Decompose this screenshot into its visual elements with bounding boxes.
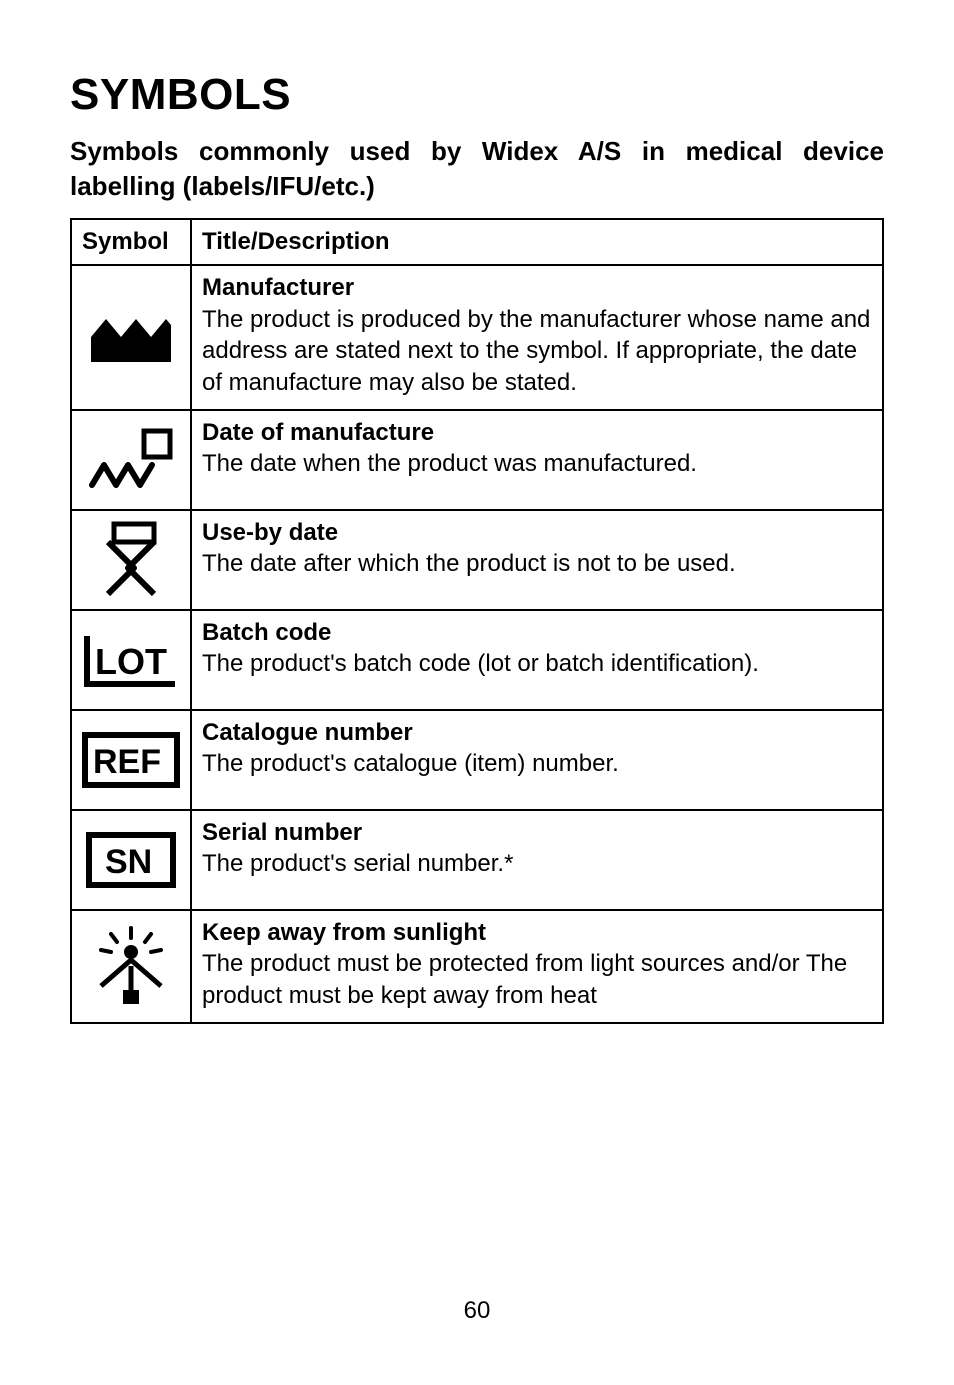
date-manufacture-icon <box>78 425 184 495</box>
sn-icon: SN <box>78 831 184 889</box>
page-title: SYMBOLS <box>70 70 884 120</box>
header-description: Title/Description <box>191 219 883 265</box>
svg-text:LOT: LOT <box>95 641 167 682</box>
row-body: The product's serial number.* <box>202 850 513 877</box>
page-subtitle: Symbols commonly used by Widex A/S in me… <box>70 134 884 204</box>
row-title: Keep away from sunlight <box>202 919 486 946</box>
table-row: SN Serial number The product's serial nu… <box>71 810 883 910</box>
row-title: Batch code <box>202 619 331 646</box>
ref-icon: REF <box>78 731 184 789</box>
use-by-icon <box>78 520 184 600</box>
row-title: Catalogue number <box>202 719 413 746</box>
row-body: The date when the product was manufactur… <box>202 450 697 477</box>
table-row: Manufacturer The product is produced by … <box>71 265 883 410</box>
lot-icon: LOT <box>78 630 184 690</box>
manufacturer-icon <box>78 307 184 367</box>
row-body: The product's batch code (lot or batch i… <box>202 650 759 677</box>
page-number: 60 <box>0 1297 954 1325</box>
row-body: The product must be protected from light… <box>202 950 847 1009</box>
row-body: The date after which the product is not … <box>202 550 736 577</box>
table-row: Keep away from sunlight The product must… <box>71 910 883 1023</box>
symbols-table: Symbol Title/Description Manufacturer Th… <box>70 218 884 1023</box>
table-row: LOT Batch code The product's batch code … <box>71 610 883 710</box>
table-row: Date of manufacture The date when the pr… <box>71 410 883 510</box>
row-title: Serial number <box>202 819 362 846</box>
table-row: Use-by date The date after which the pro… <box>71 510 883 610</box>
svg-text:SN: SN <box>105 843 152 881</box>
header-symbol: Symbol <box>71 219 191 265</box>
row-body: The product's catalogue (item) number. <box>202 750 619 777</box>
table-row: REF Catalogue number The product's catal… <box>71 710 883 810</box>
sunlight-icon <box>78 926 184 1006</box>
row-title: Manufacturer <box>202 274 354 301</box>
row-title: Use-by date <box>202 519 338 546</box>
row-title: Date of manufacture <box>202 419 434 446</box>
row-body: The product is produced by the manufactu… <box>202 306 870 396</box>
svg-text:REF: REF <box>93 743 161 781</box>
